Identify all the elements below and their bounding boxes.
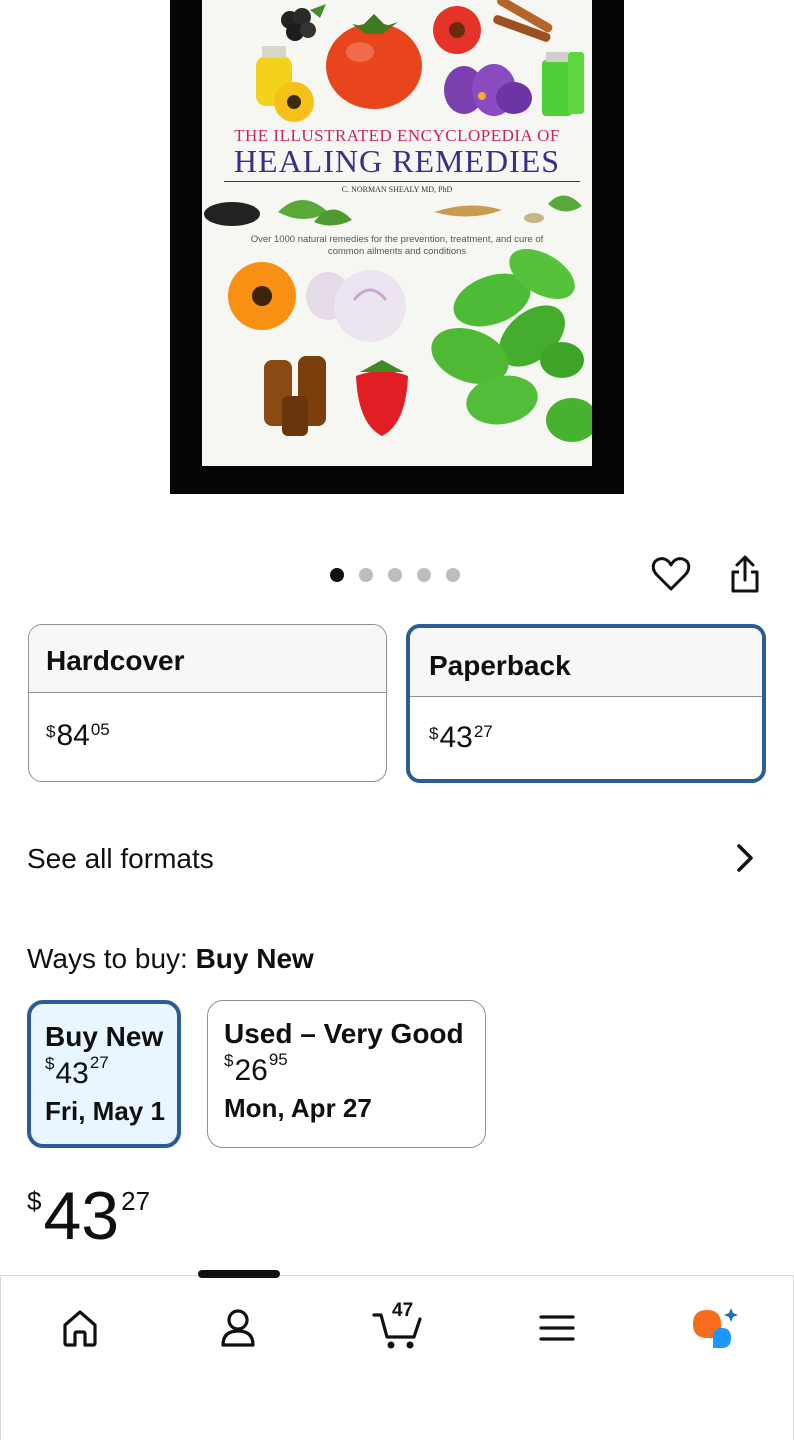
account-icon (221, 1309, 255, 1347)
format-option-paperback[interactable]: Paperback $ 43 27 (406, 624, 766, 783)
ways-to-buy-label: Ways to buy: (27, 943, 188, 974)
nav-cart[interactable]: 47 (365, 1300, 429, 1354)
buy-option-new[interactable]: Buy New $ 43 27 Fri, May 1 (27, 1000, 181, 1148)
carousel-dot[interactable] (330, 568, 344, 582)
blackberry-illustration (281, 4, 326, 41)
green-bottle-illustration (542, 52, 584, 116)
orange-flower-illustration (228, 262, 296, 330)
carousel-dot[interactable] (417, 568, 431, 582)
format-name: Paperback (410, 628, 762, 697)
cover-title-line-2: HEALING REMEDIES (233, 143, 561, 179)
buy-option-price: $ 26 95 (224, 1050, 485, 1088)
cinnamon-illustration (493, 0, 553, 42)
price-whole: 43 (43, 1178, 120, 1254)
herbs-row-illustration (204, 195, 582, 226)
price-symbol: $ (27, 1186, 42, 1216)
cover-tagline: Over 1000 natural remedies for the preve… (250, 234, 544, 257)
price-fraction: 27 (473, 722, 493, 741)
see-all-formats-label: See all formats (27, 843, 214, 874)
share-icon (731, 555, 759, 593)
yellow-flower-illustration (274, 82, 314, 122)
see-all-formats-link[interactable]: See all formats (0, 830, 794, 886)
product-image[interactable]: THE ILLUSTRATED ENCYCLOPEDIA OF HEALING … (170, 0, 624, 494)
nav-menu[interactable] (525, 1302, 589, 1354)
mint-illustration (431, 249, 592, 442)
price-symbol: $ (429, 724, 439, 743)
price-whole: 43 (439, 721, 473, 754)
garlic-illustration (306, 270, 406, 342)
cover-divider (224, 181, 580, 182)
price-whole: 84 (56, 719, 90, 752)
format-price: $ 84 05 (29, 693, 386, 753)
price-fraction: 27 (89, 1053, 109, 1072)
active-tab-indicator (198, 1270, 280, 1278)
price-whole: 26 (234, 1054, 268, 1087)
format-name: Hardcover (29, 625, 386, 693)
ways-to-buy-selected: Buy New (195, 943, 314, 974)
format-price: $ 43 27 (410, 697, 762, 755)
price-fraction: 27 (121, 1186, 151, 1216)
share-button[interactable] (723, 552, 767, 596)
price-symbol: $ (46, 722, 56, 741)
heart-icon (651, 557, 691, 591)
carousel-dot[interactable] (388, 568, 402, 582)
buy-option-price: $ 43 27 (45, 1053, 177, 1091)
home-icon (63, 1310, 97, 1347)
nav-rufus[interactable] (681, 1302, 745, 1354)
cover-author: C. NORMAN SHEALY MD, PhD (341, 185, 453, 194)
cover-illustrations (204, 0, 592, 442)
image-carousel-dots (330, 568, 460, 582)
crocus-illustration (444, 64, 532, 116)
chevron-right-icon (737, 844, 753, 872)
nav-account[interactable] (206, 1302, 270, 1354)
price-fraction: 95 (268, 1050, 288, 1069)
price-symbol: $ (45, 1054, 55, 1073)
buy-option-delivery: Fri, May 1 (45, 1096, 165, 1126)
cart-count-badge: 47 (392, 1300, 414, 1321)
format-option-hardcover[interactable]: Hardcover $ 84 05 (28, 624, 387, 782)
price-symbol: $ (224, 1051, 234, 1070)
wishlist-button[interactable] (649, 552, 693, 596)
rufus-icon (693, 1308, 738, 1348)
menu-icon (539, 1315, 575, 1341)
buy-option-delivery: Mon, Apr 27 (224, 1093, 372, 1123)
buy-option-title: Buy New (45, 1021, 164, 1052)
product-price: $ 43 27 (27, 1178, 150, 1254)
book-cover: THE ILLUSTRATED ENCYCLOPEDIA OF HEALING … (202, 0, 592, 466)
buy-option-used[interactable]: Used – Very Good $ 26 95 Mon, Apr 27 (207, 1000, 486, 1148)
carousel-dot[interactable] (359, 568, 373, 582)
tomato-illustration (326, 14, 422, 109)
nav-home[interactable] (48, 1302, 112, 1354)
ways-to-buy-heading: Ways to buy: Buy New (27, 943, 314, 975)
carousel-dot[interactable] (446, 568, 460, 582)
price-whole: 43 (55, 1057, 89, 1090)
bottom-navigation: 47 (0, 1270, 794, 1440)
price-fraction: 05 (90, 720, 110, 739)
red-flower-illustration (433, 6, 481, 54)
buy-option-title: Used – Very Good (224, 1018, 464, 1049)
strawberry-illustration (356, 360, 408, 436)
amber-bottles-illustration (264, 356, 326, 436)
